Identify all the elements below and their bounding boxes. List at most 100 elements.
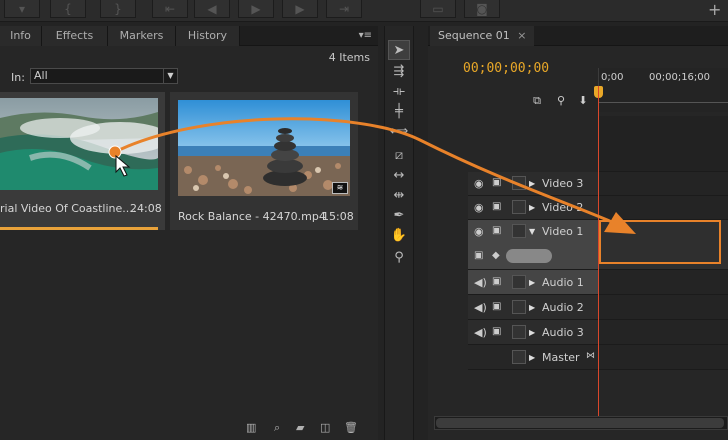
waveform-toggle-icon[interactable]: ▣ xyxy=(492,301,501,312)
new-item-icon[interactable]: ◫ xyxy=(320,421,330,434)
slip-icon[interactable]: ↔ xyxy=(388,166,410,186)
chevron-down-icon: ▼ xyxy=(163,69,177,83)
razor-icon[interactable]: ⧄ xyxy=(388,146,410,166)
scrollbar-thumb[interactable] xyxy=(436,418,724,428)
marker-icon[interactable]: ▾ xyxy=(4,0,40,18)
track-header-video-2[interactable]: ◉ ▣ ▶ Video 2 xyxy=(468,196,598,220)
hand-icon[interactable]: ✋ xyxy=(388,226,410,246)
ruler-label: 00;00;16;00 xyxy=(649,72,711,83)
go-to-out-icon[interactable]: ⇥ xyxy=(326,0,362,18)
step-back-icon[interactable]: ◀ xyxy=(194,0,230,18)
eye-icon[interactable]: ◉ xyxy=(474,225,484,238)
track-header-master[interactable]: ▶ Master ⋈ xyxy=(468,345,598,370)
track-lane-master[interactable] xyxy=(598,345,728,370)
track-name: Video 2 xyxy=(542,201,584,214)
track-lane-audio-3[interactable] xyxy=(598,320,728,345)
clip-in-use-bar xyxy=(0,227,158,230)
lock-toggle[interactable] xyxy=(512,200,526,214)
slide-icon[interactable]: ⇹ xyxy=(388,186,410,206)
track-select-icon[interactable]: ⇶ xyxy=(388,62,410,82)
eye-icon[interactable]: ◉ xyxy=(474,201,484,214)
find-icon[interactable]: ⌕ xyxy=(274,421,280,435)
lock-toggle[interactable] xyxy=(512,275,526,289)
play-icon[interactable]: ▶ xyxy=(238,0,274,18)
lock-toggle[interactable] xyxy=(512,350,526,364)
clip-item[interactable]: rial Video Of Coastline.... 24:08 xyxy=(0,92,165,230)
expand-triangle-icon[interactable]: ▶ xyxy=(529,328,535,337)
track-lane-video-3[interactable] xyxy=(598,172,728,196)
trash-icon[interactable]: 🗑 xyxy=(344,421,358,434)
out-point-icon[interactable]: } xyxy=(100,0,136,18)
clip-item[interactable]: ≋ Rock Balance - 42470.mp4 15:08 xyxy=(170,92,358,230)
keyframe-nav-control[interactable] xyxy=(506,249,552,263)
lift-icon[interactable]: ▭ xyxy=(420,0,456,18)
close-icon[interactable]: × xyxy=(517,29,526,42)
timecode-display[interactable]: 00;00;00;00 xyxy=(463,61,549,76)
track-lane-video-2[interactable] xyxy=(598,196,728,220)
waveform-toggle-icon[interactable]: ▣ xyxy=(492,326,501,337)
lock-toggle[interactable] xyxy=(512,224,526,238)
clip-thumbnail xyxy=(0,98,158,190)
set-encore-marker-icon[interactable]: ⚲ xyxy=(554,94,568,108)
tab-history[interactable]: History xyxy=(176,26,240,46)
tab-sequence-01[interactable]: Sequence 01 × xyxy=(430,26,535,46)
rolling-edit-icon[interactable]: ╪ xyxy=(388,102,410,122)
master-link-icon: ⋈ xyxy=(586,351,595,361)
tab-effects[interactable]: Effects xyxy=(42,26,108,46)
tools-panel: ➤ ⇶ ⟛ ╪ ⟺ ⧄ ↔ ⇹ ✒ ✋ ⚲ xyxy=(384,26,414,440)
track-header-video-1[interactable]: ◉ ▣ ▼ Video 1 ▣ ◆ xyxy=(468,220,598,270)
expand-triangle-icon[interactable]: ▶ xyxy=(529,179,535,188)
expand-triangle-icon[interactable]: ▼ xyxy=(529,227,535,236)
speaker-icon[interactable]: ◀) xyxy=(474,276,487,289)
snap-icon[interactable]: ⧉ xyxy=(530,94,544,108)
expand-triangle-icon[interactable]: ▶ xyxy=(529,353,535,362)
new-bin-icon[interactable]: ▰ xyxy=(296,421,304,434)
expand-triangle-icon[interactable]: ▶ xyxy=(529,303,535,312)
expand-triangle-icon[interactable]: ▶ xyxy=(529,278,535,287)
track-lane-audio-2[interactable] xyxy=(598,295,728,320)
tracks-area: ◉ ▣ ▶ Video 3 ◉ ▣ ▶ Video 2 ◉ ▣ ▼ Video … xyxy=(428,116,728,416)
clip-name: Rock Balance - 42470.mp4 xyxy=(178,210,326,223)
ripple-edit-icon[interactable]: ⟛ xyxy=(388,82,410,102)
filmstrip-icon[interactable]: ▣ xyxy=(492,201,501,212)
step-forward-icon[interactable]: ▶ xyxy=(282,0,318,18)
filmstrip-icon[interactable]: ▣ xyxy=(492,225,501,236)
tab-markers[interactable]: Markers xyxy=(108,26,176,46)
clip-thumbnail: ≋ xyxy=(178,100,350,196)
eye-icon[interactable]: ◉ xyxy=(474,177,484,190)
waveform-toggle-icon[interactable]: ▣ xyxy=(492,276,501,287)
tab-info[interactable]: Info xyxy=(0,26,42,46)
timeline-scrollbar[interactable] xyxy=(434,416,728,430)
audio-waveform-icon: ≋ xyxy=(332,182,348,194)
rate-stretch-icon[interactable]: ⟺ xyxy=(388,122,410,142)
track-lane-audio-1[interactable] xyxy=(598,270,728,295)
lock-toggle[interactable] xyxy=(512,325,526,339)
pointer-icon[interactable]: ➤ xyxy=(388,40,410,60)
speaker-icon[interactable]: ◀) xyxy=(474,326,487,339)
speaker-icon[interactable]: ◀) xyxy=(474,301,487,314)
add-marker-icon[interactable]: ⬇ xyxy=(576,94,590,108)
track-header-audio-1[interactable]: ◀) ▣ ▶ Audio 1 xyxy=(468,270,598,295)
filmstrip-icon[interactable]: ▣ xyxy=(492,177,501,188)
panel-menu-icon[interactable]: ▾≡ xyxy=(359,30,372,41)
pen-icon[interactable]: ✒ xyxy=(388,206,410,226)
track-header-audio-2[interactable]: ◀) ▣ ▶ Audio 2 xyxy=(468,295,598,320)
lock-toggle[interactable] xyxy=(512,300,526,314)
filter-dropdown[interactable]: All ▼ xyxy=(30,68,178,84)
in-point-icon[interactable]: { xyxy=(50,0,86,18)
expand-triangle-icon[interactable]: ▶ xyxy=(529,203,535,212)
track-header-audio-3[interactable]: ◀) ▣ ▶ Audio 3 xyxy=(468,320,598,345)
zoom-icon[interactable]: ⚲ xyxy=(388,248,410,268)
display-style-icon[interactable]: ▣ xyxy=(474,250,483,261)
keyframe-icon[interactable]: ◆ xyxy=(492,250,500,261)
add-button-icon[interactable]: + xyxy=(708,0,721,19)
track-header-video-3[interactable]: ◉ ▣ ▶ Video 3 xyxy=(468,172,598,196)
track-name: Video 1 xyxy=(542,225,584,238)
sequence-tabs: Sequence 01 × xyxy=(428,26,728,46)
go-to-in-icon[interactable]: ⇤ xyxy=(152,0,188,18)
list-view-icon[interactable]: ▥ xyxy=(246,421,256,434)
time-ruler[interactable]: 0;00 00;00;16;00 xyxy=(598,68,728,112)
camera-icon[interactable]: ◙ xyxy=(464,0,500,18)
empty-track-area xyxy=(598,116,728,172)
lock-toggle[interactable] xyxy=(512,176,526,190)
